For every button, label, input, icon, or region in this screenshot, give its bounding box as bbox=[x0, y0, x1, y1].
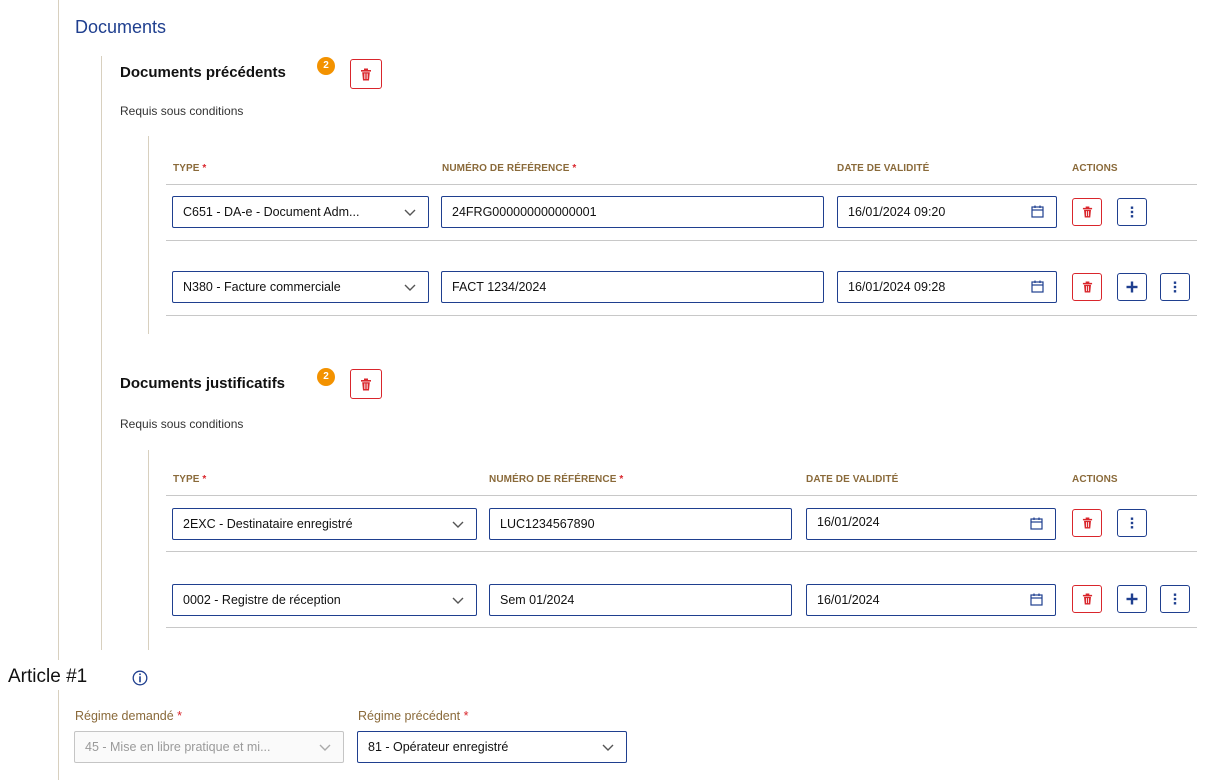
calendar-icon[interactable] bbox=[1030, 517, 1043, 530]
delete-row-button[interactable] bbox=[1072, 509, 1102, 537]
date-input[interactable]: 16/01/2024 bbox=[806, 508, 1056, 540]
add-row-button[interactable] bbox=[1117, 585, 1147, 613]
trash-icon bbox=[361, 68, 371, 80]
column-header-type: TYPE * bbox=[173, 474, 207, 485]
info-icon[interactable] bbox=[132, 670, 148, 686]
table-1-line bbox=[148, 136, 149, 334]
delete-row-button[interactable] bbox=[1072, 198, 1102, 226]
column-header-type: TYPE * bbox=[173, 163, 207, 174]
chevron-down-icon bbox=[404, 284, 416, 291]
more-actions-button[interactable] bbox=[1117, 509, 1147, 537]
date-input[interactable]: 16/01/2024 09:28 bbox=[837, 271, 1057, 303]
delete-row-button[interactable] bbox=[1072, 585, 1102, 613]
plus-icon bbox=[1126, 593, 1138, 605]
plus-icon bbox=[1126, 281, 1138, 293]
regime-precedent-label: Régime précédent * bbox=[358, 709, 469, 723]
group-title-documents-precedents: Documents précédents bbox=[120, 64, 286, 81]
trash-icon bbox=[1082, 281, 1092, 293]
regime-demande-select: 45 - Mise en libre pratique et mi... bbox=[74, 731, 344, 763]
reference-input[interactable]: Sem 01/2024 bbox=[489, 584, 792, 616]
date-input[interactable]: 16/01/2024 09:20 bbox=[837, 196, 1057, 228]
count-badge: 2 bbox=[317, 57, 335, 75]
chevron-down-icon bbox=[452, 521, 464, 528]
chevron-down-icon bbox=[404, 209, 416, 216]
requirement-note: Requis sous conditions bbox=[120, 417, 244, 431]
delete-group-button[interactable] bbox=[350, 59, 382, 89]
reference-input[interactable]: LUC1234567890 bbox=[489, 508, 792, 540]
chevron-down-icon bbox=[452, 597, 464, 604]
calendar-icon[interactable] bbox=[1031, 205, 1044, 218]
regime-precedent-select[interactable]: 81 - Opérateur enregistré bbox=[357, 731, 627, 763]
type-select[interactable]: N380 - Facture commerciale bbox=[172, 271, 429, 303]
delete-group-button[interactable] bbox=[350, 369, 382, 399]
table-2-line bbox=[148, 450, 149, 650]
more-actions-button[interactable] bbox=[1160, 273, 1190, 301]
reference-input[interactable]: 24FRG000000000000001 bbox=[441, 196, 824, 228]
more-actions-button[interactable] bbox=[1117, 198, 1147, 226]
chevron-down-icon bbox=[319, 744, 331, 751]
section-title: Documents bbox=[75, 17, 167, 37]
group-title-documents-justificatifs: Documents justificatifs bbox=[120, 375, 286, 392]
type-select[interactable]: 0002 - Registre de réception bbox=[172, 584, 477, 616]
kebab-icon bbox=[1173, 281, 1177, 293]
regime-demande-label: Régime demandé * bbox=[75, 709, 183, 723]
date-input[interactable]: 16/01/2024 bbox=[806, 584, 1056, 616]
kebab-icon bbox=[1130, 206, 1134, 218]
type-select[interactable]: 2EXC - Destinataire enregistré bbox=[172, 508, 477, 540]
calendar-icon[interactable] bbox=[1031, 280, 1044, 293]
kebab-icon bbox=[1130, 517, 1134, 529]
delete-row-button[interactable] bbox=[1072, 273, 1102, 301]
chevron-down-icon bbox=[602, 744, 614, 751]
calendar-icon[interactable] bbox=[1030, 593, 1043, 606]
trash-icon bbox=[1082, 517, 1092, 529]
column-header-actions: ACTIONS bbox=[1072, 163, 1118, 174]
more-actions-button[interactable] bbox=[1160, 585, 1190, 613]
column-header-actions: ACTIONS bbox=[1072, 474, 1118, 485]
requirement-note: Requis sous conditions bbox=[120, 104, 244, 118]
article-title: Article #1 bbox=[8, 666, 88, 687]
kebab-icon bbox=[1173, 593, 1177, 605]
type-select[interactable]: C651 - DA-e - Document Adm... bbox=[172, 196, 429, 228]
column-header-date: DATE DE VALIDITÉ bbox=[806, 474, 899, 485]
column-header-date: DATE DE VALIDITÉ bbox=[837, 163, 930, 174]
reference-input[interactable]: FACT 1234/2024 bbox=[441, 271, 824, 303]
column-header-reference: NUMÉRO DE RÉFÉRENCE * bbox=[442, 163, 577, 174]
trash-icon bbox=[361, 378, 371, 390]
trash-icon bbox=[1082, 206, 1092, 218]
column-header-reference: NUMÉRO DE RÉFÉRENCE * bbox=[489, 474, 624, 485]
documents-group-line bbox=[101, 56, 102, 650]
add-row-button[interactable] bbox=[1117, 273, 1147, 301]
count-badge: 2 bbox=[317, 368, 335, 386]
trash-icon bbox=[1082, 593, 1092, 605]
